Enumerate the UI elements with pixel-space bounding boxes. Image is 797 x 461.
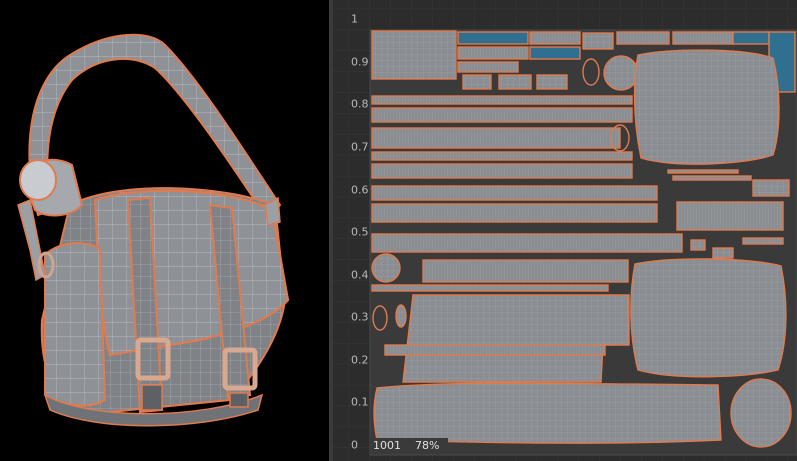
uv-tile-status: 1001 78% (370, 438, 448, 454)
axis-label-0-1: 0.1 (351, 395, 369, 409)
axis-label-0-6: 0.6 (351, 183, 369, 197)
axis-label-0-2: 0.2 (351, 353, 369, 367)
uv-grid-background (333, 0, 797, 461)
zoom-level: 78% (415, 439, 440, 452)
axis-label-0: 0 (351, 438, 358, 452)
axis-label-0-4: 0.4 (351, 268, 369, 282)
3d-viewport[interactable] (0, 0, 329, 461)
application-window: 1 0.9 0.8 0.7 0.6 0.5 0.4 0.3 0.2 0.1 0 … (0, 0, 797, 461)
axis-label-0-3: 0.3 (351, 310, 369, 324)
udim-tile-label: 1001 (373, 439, 401, 452)
axis-label-0-9: 0.9 (351, 55, 369, 69)
uv-editor-panel[interactable]: 1 0.9 0.8 0.7 0.6 0.5 0.4 0.3 0.2 0.1 0 (333, 0, 797, 461)
messenger-bag-3d-model (17, 33, 290, 427)
axis-label-0-7: 0.7 (351, 140, 369, 154)
axis-label-0-5: 0.5 (351, 225, 369, 239)
axis-label-0-8: 0.8 (351, 97, 369, 111)
axis-label-1: 1 (351, 12, 358, 26)
